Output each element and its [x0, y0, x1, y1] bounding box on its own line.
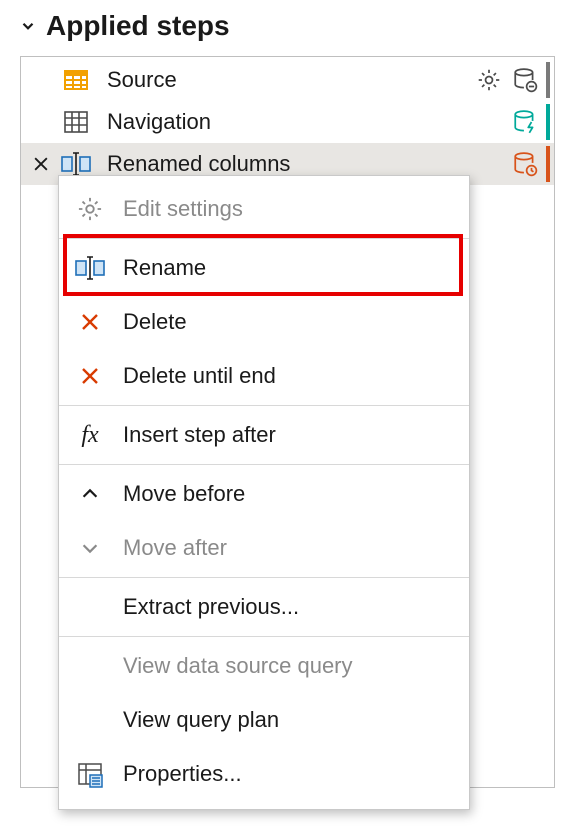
menu-item-label: Properties...: [123, 761, 242, 787]
context-menu: Edit settings Rename Delete Delete until…: [58, 175, 470, 810]
menu-separator: [59, 636, 469, 637]
menu-item-label: Insert step after: [123, 422, 276, 448]
menu-extract-previous[interactable]: Extract previous...: [59, 580, 469, 634]
applied-steps-title: Applied steps: [46, 10, 230, 42]
menu-insert-step-after[interactable]: fx Insert step after: [59, 408, 469, 462]
menu-item-label: Rename: [123, 255, 206, 281]
step-label: Navigation: [107, 109, 510, 135]
menu-separator: [59, 238, 469, 239]
menu-view-query-plan[interactable]: View query plan: [59, 693, 469, 747]
status-bar: [546, 62, 550, 98]
step-actions: [510, 146, 552, 182]
delete-step-button[interactable]: [27, 150, 55, 178]
menu-item-label: Edit settings: [123, 196, 243, 222]
menu-item-label: Extract previous...: [123, 594, 299, 620]
blank-icon: [73, 590, 107, 624]
rename-icon: [73, 251, 107, 285]
menu-view-data-source-query: View data source query: [59, 639, 469, 693]
menu-item-label: Delete until end: [123, 363, 276, 389]
chevron-down-icon: [73, 531, 107, 565]
step-label: Source: [107, 67, 474, 93]
status-bar: [546, 146, 550, 182]
x-icon: [73, 359, 107, 393]
menu-properties[interactable]: Properties...: [59, 747, 469, 801]
menu-separator: [59, 405, 469, 406]
menu-item-label: View data source query: [123, 653, 353, 679]
menu-move-before[interactable]: Move before: [59, 467, 469, 521]
step-actions: [474, 62, 552, 98]
status-bar: [546, 104, 550, 140]
applied-steps-header[interactable]: Applied steps: [0, 0, 575, 52]
chevron-down-icon: [18, 16, 38, 36]
step-label: Renamed columns: [107, 151, 510, 177]
properties-icon: [73, 757, 107, 791]
database-clock-icon[interactable]: [510, 149, 540, 179]
x-icon: [73, 305, 107, 339]
chevron-up-icon: [73, 477, 107, 511]
menu-delete[interactable]: Delete: [59, 295, 469, 349]
menu-item-label: View query plan: [123, 707, 279, 733]
step-row-source[interactable]: Source: [21, 59, 554, 101]
step-actions: [510, 104, 552, 140]
menu-rename[interactable]: Rename: [59, 241, 469, 295]
blank-icon: [73, 703, 107, 737]
menu-separator: [59, 464, 469, 465]
menu-item-label: Move after: [123, 535, 227, 561]
database-lightning-icon[interactable]: [510, 107, 540, 137]
menu-delete-until-end[interactable]: Delete until end: [59, 349, 469, 403]
menu-item-label: Move before: [123, 481, 245, 507]
menu-move-after: Move after: [59, 521, 469, 575]
step-row-navigation[interactable]: Navigation: [21, 101, 554, 143]
fx-icon: fx: [73, 418, 107, 452]
menu-edit-settings: Edit settings: [59, 182, 469, 236]
table-icon: [61, 107, 91, 137]
gear-icon: [73, 192, 107, 226]
blank-icon: [73, 649, 107, 683]
menu-separator: [59, 577, 469, 578]
database-minus-icon[interactable]: [510, 65, 540, 95]
source-icon: [61, 65, 91, 95]
gear-icon[interactable]: [474, 65, 504, 95]
menu-item-label: Delete: [123, 309, 187, 335]
